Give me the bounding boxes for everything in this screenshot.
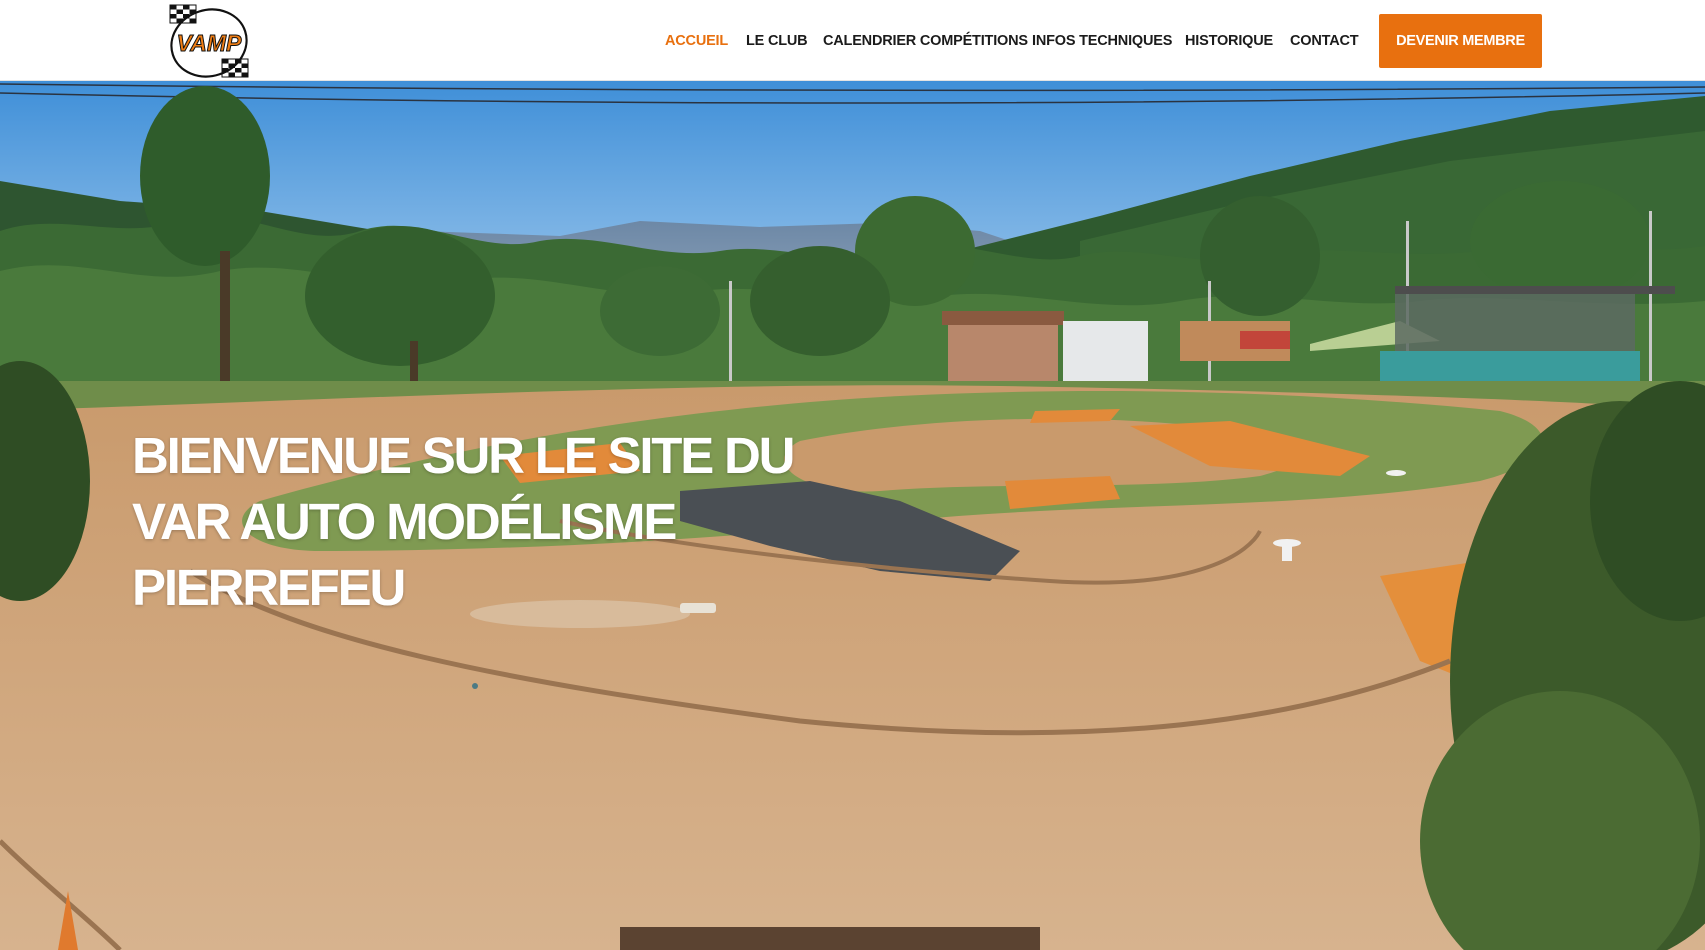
devenir-membre-button[interactable]: DEVENIR MEMBRE (1379, 14, 1542, 68)
svg-text:VAMP: VAMP (177, 30, 242, 56)
logo-icon: VAMP (169, 4, 249, 78)
hero-title: BIENVENUE SUR LE SITE DU VAR AUTO MODÉLI… (132, 423, 832, 621)
nav-le-club[interactable]: LE CLUB (746, 30, 808, 52)
site-header: VAMP ACCUEIL LE CLUB CALENDRIER COMPÉTIT… (0, 0, 1705, 81)
hero-title-line-2: VAR AUTO MODÉLISME (132, 493, 677, 550)
hero-title-line-1: BIENVENUE SUR LE SITE DU (132, 427, 796, 484)
hero-section: BIENVENUE SUR LE SITE DU VAR AUTO MODÉLI… (0, 81, 1705, 950)
nav-infos-techniques[interactable]: INFOS TECHNIQUES (1032, 30, 1172, 52)
nav-historique[interactable]: HISTORIQUE (1185, 30, 1273, 52)
hero-title-line-3: PIERREFEU (132, 559, 406, 616)
nav-calendrier-competitions[interactable]: CALENDRIER COMPÉTITIONS (823, 30, 1028, 52)
slider-dot[interactable] (472, 683, 478, 689)
vamp-logo[interactable]: VAMP (166, 3, 252, 80)
nav-accueil[interactable]: ACCUEIL (665, 30, 728, 52)
nav-contact[interactable]: CONTACT (1290, 30, 1359, 52)
